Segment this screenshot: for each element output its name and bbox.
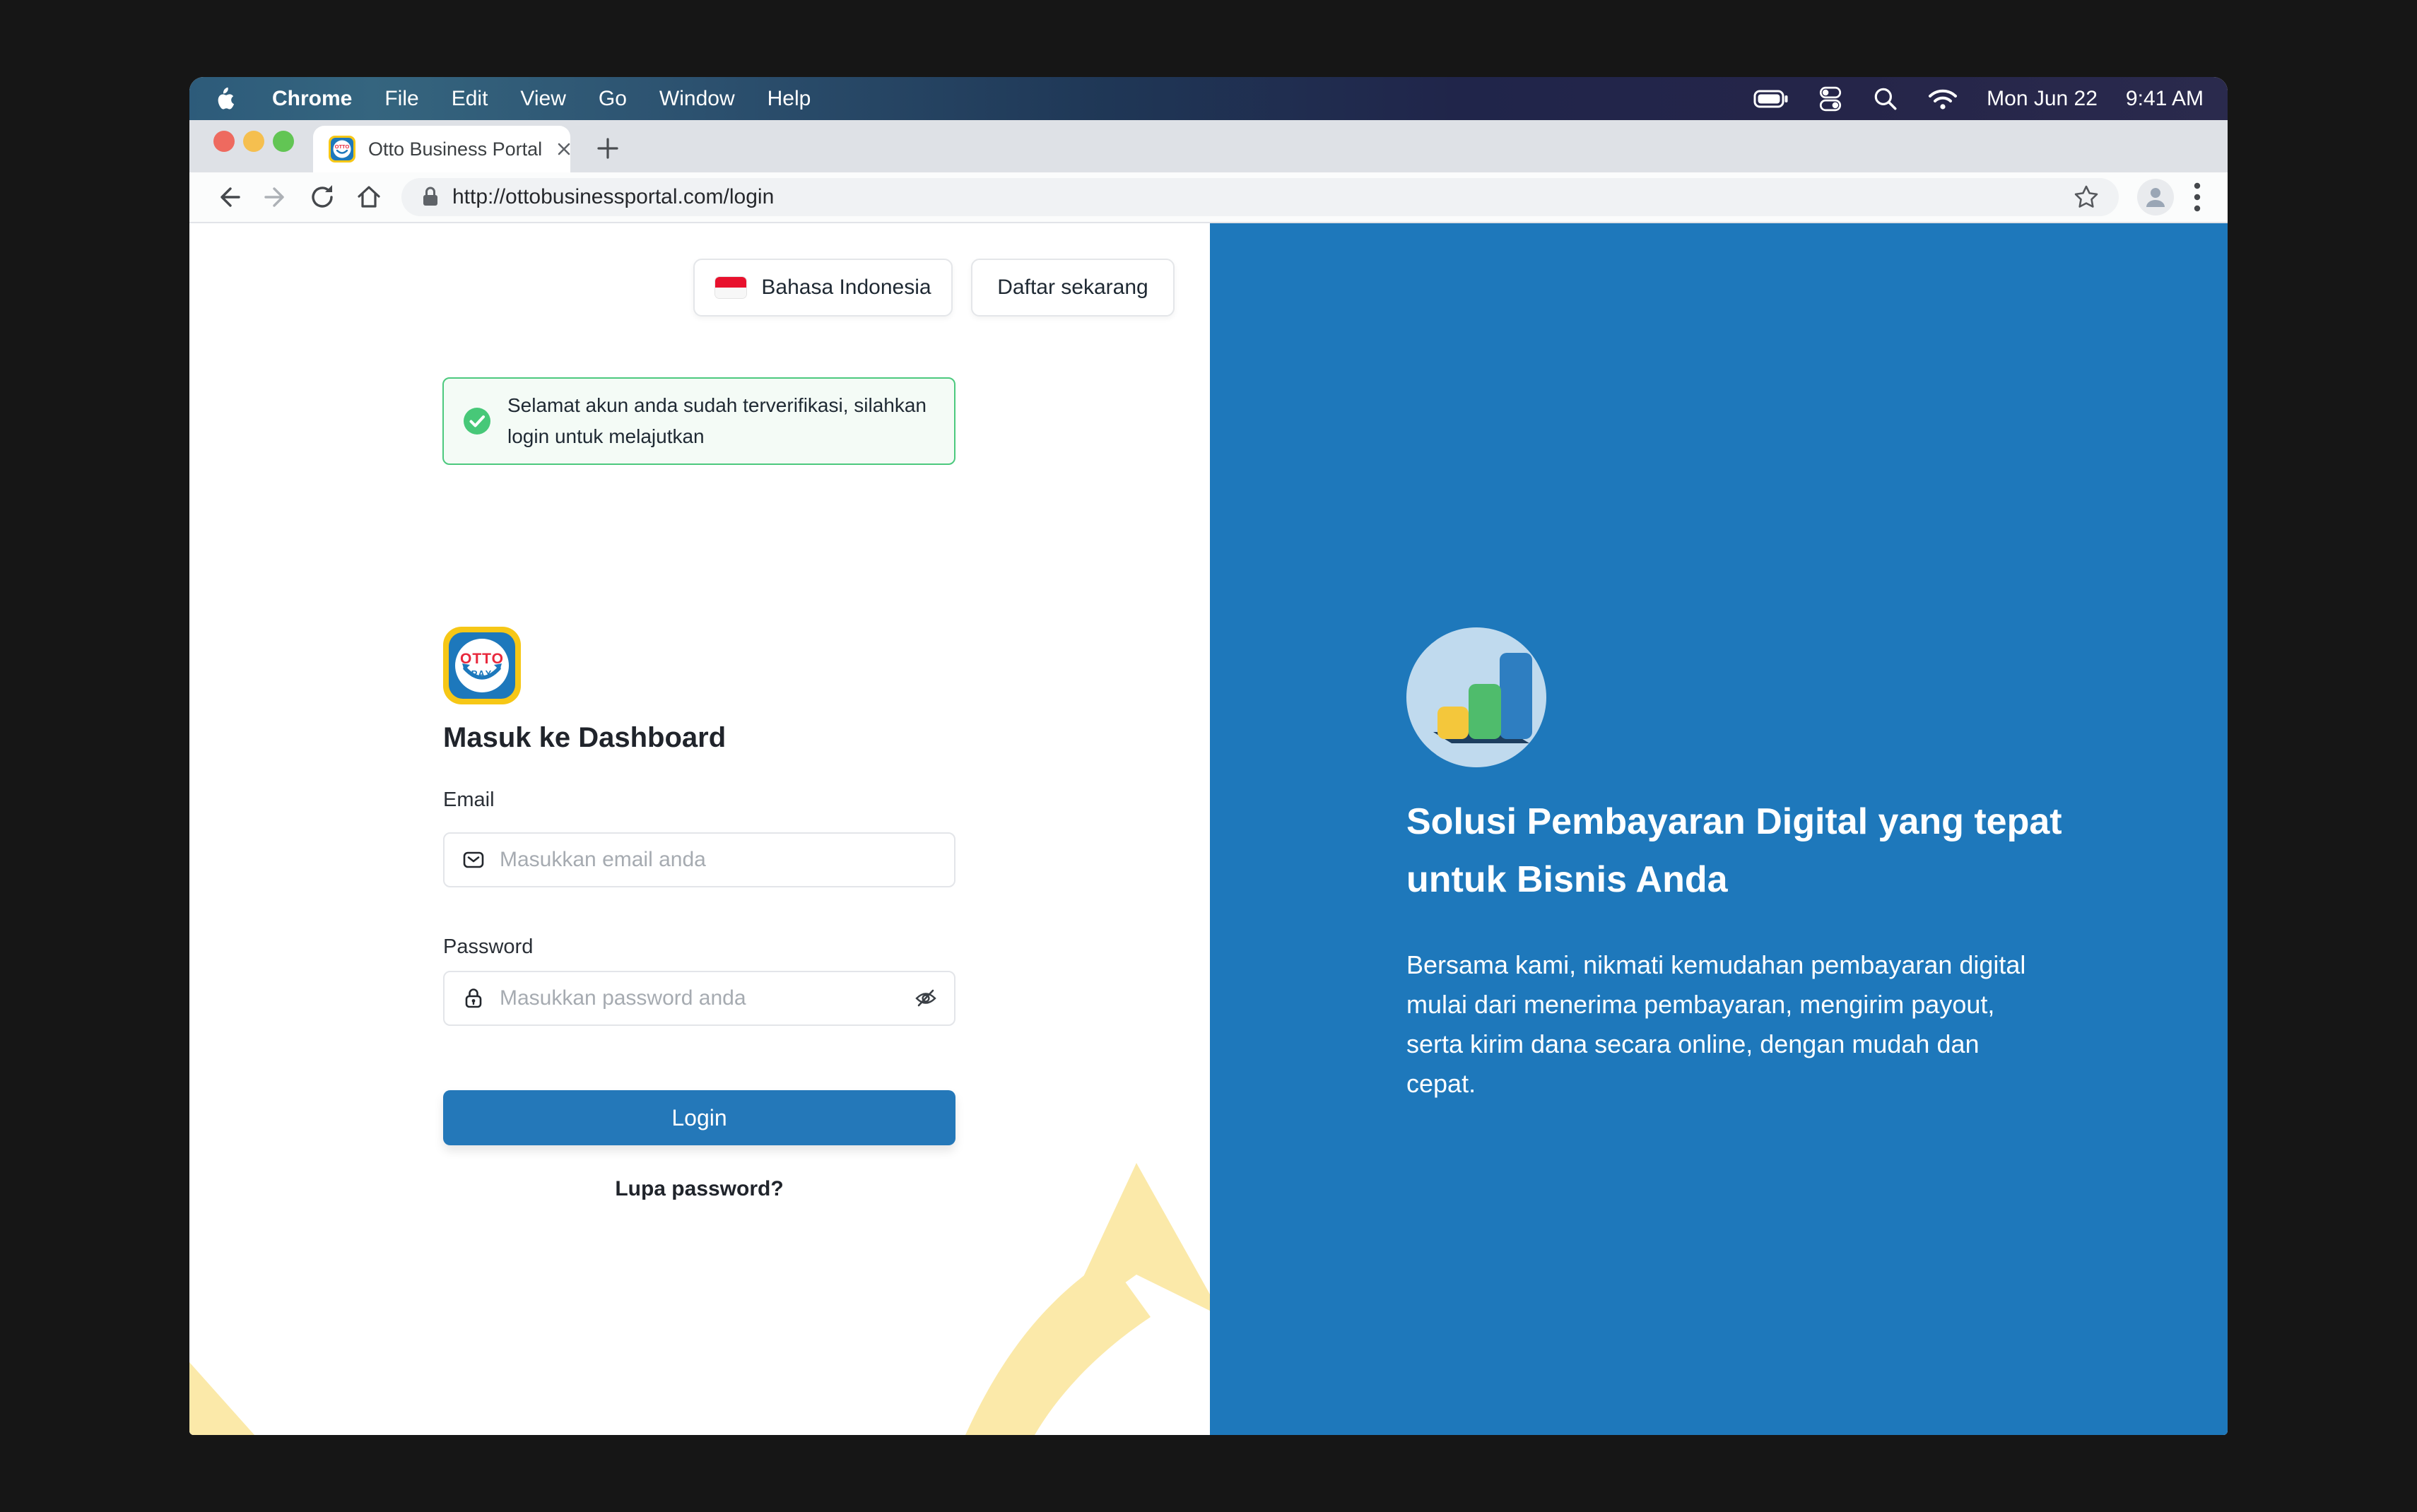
spotlight-search-icon[interactable]	[1872, 85, 1899, 112]
menubar-item-chrome[interactable]: Chrome	[272, 87, 352, 111]
chrome-tab-strip: OTTO Otto Business Portal	[189, 120, 2228, 172]
close-window-button[interactable]	[213, 131, 235, 152]
window-controls	[213, 131, 294, 152]
battery-icon[interactable]	[1753, 85, 1789, 112]
zoom-window-button[interactable]	[273, 131, 294, 152]
tab-close-icon[interactable]	[555, 140, 573, 158]
hero-description: Bersama kami, nikmati kemudahan pembayar…	[1406, 945, 2046, 1104]
success-check-icon	[462, 406, 492, 436]
lock-icon[interactable]	[420, 185, 441, 209]
apple-menu-icon[interactable]	[213, 86, 235, 112]
register-button[interactable]: Daftar sekarang	[971, 259, 1175, 317]
browser-menu-icon[interactable]	[2192, 179, 2202, 215]
menubar-time[interactable]: 9:41 AM	[2126, 87, 2204, 111]
page-content: Bahasa Indonesia Daftar sekarang Selamat…	[189, 223, 2228, 1435]
menubar-item-window[interactable]: Window	[659, 87, 735, 111]
login-button[interactable]: Login	[443, 1090, 955, 1145]
chrome-toolbar: http://ottobusinessportal.com/login	[189, 172, 2228, 223]
tab-title: Otto Business Portal	[368, 138, 542, 160]
menubar-item-edit[interactable]: Edit	[452, 87, 488, 111]
indonesia-flag-icon	[714, 276, 747, 299]
email-label: Email	[443, 789, 495, 812]
url-text: http://ottobusinessportal.com/login	[452, 185, 2061, 209]
toggle-password-visibility-icon[interactable]	[913, 986, 939, 1010]
ottopay-logo: OTTO PAY	[443, 627, 521, 704]
password-field-wrap	[443, 971, 955, 1026]
control-center-icon[interactable]	[1817, 85, 1844, 112]
menubar-item-help[interactable]: Help	[768, 87, 811, 111]
wifi-icon[interactable]	[1927, 86, 1958, 112]
menubar-item-file[interactable]: File	[384, 87, 418, 111]
svg-text:OTTO: OTTO	[335, 143, 350, 150]
home-icon[interactable]	[355, 183, 383, 211]
bookmark-star-icon[interactable]	[2072, 183, 2100, 211]
password-label: Password	[443, 935, 533, 959]
new-tab-button[interactable]	[589, 130, 626, 167]
register-button-label: Daftar sekarang	[997, 276, 1148, 300]
browser-tab[interactable]: OTTO Otto Business Portal	[313, 126, 570, 172]
bar-chart-illustration	[1406, 627, 1546, 767]
email-field-wrap	[443, 832, 955, 887]
hero-panel: Solusi Pembayaran Digital yang tepat unt…	[1210, 223, 2228, 1435]
forgot-password-link[interactable]: Lupa password?	[443, 1177, 955, 1201]
back-icon[interactable]	[215, 183, 243, 211]
menubar-status-area: Mon Jun 22 9:41 AM	[1753, 85, 2204, 112]
password-field[interactable]	[443, 971, 955, 1026]
password-lock-icon	[461, 986, 486, 1010]
reload-icon[interactable]	[308, 183, 336, 211]
minimize-window-button[interactable]	[243, 131, 264, 152]
menubar-item-view[interactable]: View	[520, 87, 565, 111]
success-alert-text: Selamat akun anda sudah terverifikasi, s…	[507, 390, 936, 452]
profile-avatar-icon[interactable]	[2137, 179, 2174, 215]
email-envelope-icon	[461, 848, 486, 872]
language-selector-button[interactable]: Bahasa Indonesia	[693, 259, 953, 317]
browser-window: Chrome File Edit View Go Window Help	[189, 77, 2228, 1435]
forward-icon[interactable]	[261, 183, 290, 211]
menubar-date[interactable]: Mon Jun 22	[1987, 87, 2098, 111]
omnibox[interactable]: http://ottobusinessportal.com/login	[401, 178, 2119, 216]
macos-menubar: Chrome File Edit View Go Window Help	[189, 77, 2228, 120]
email-field[interactable]	[443, 832, 955, 887]
menubar-item-go[interactable]: Go	[599, 87, 627, 111]
screenshot-stage: Chrome File Edit View Go Window Help	[0, 0, 2417, 1512]
hero-title: Solusi Pembayaran Digital yang tepat unt…	[1406, 793, 2064, 909]
language-selector-label: Bahasa Indonesia	[761, 276, 931, 300]
tab-favicon: OTTO	[329, 136, 355, 163]
page-title: Masuk ke Dashboard	[443, 722, 726, 754]
login-panel: Bahasa Indonesia Daftar sekarang Selamat…	[189, 223, 1210, 1435]
success-alert: Selamat akun anda sudah terverifikasi, s…	[442, 377, 955, 465]
